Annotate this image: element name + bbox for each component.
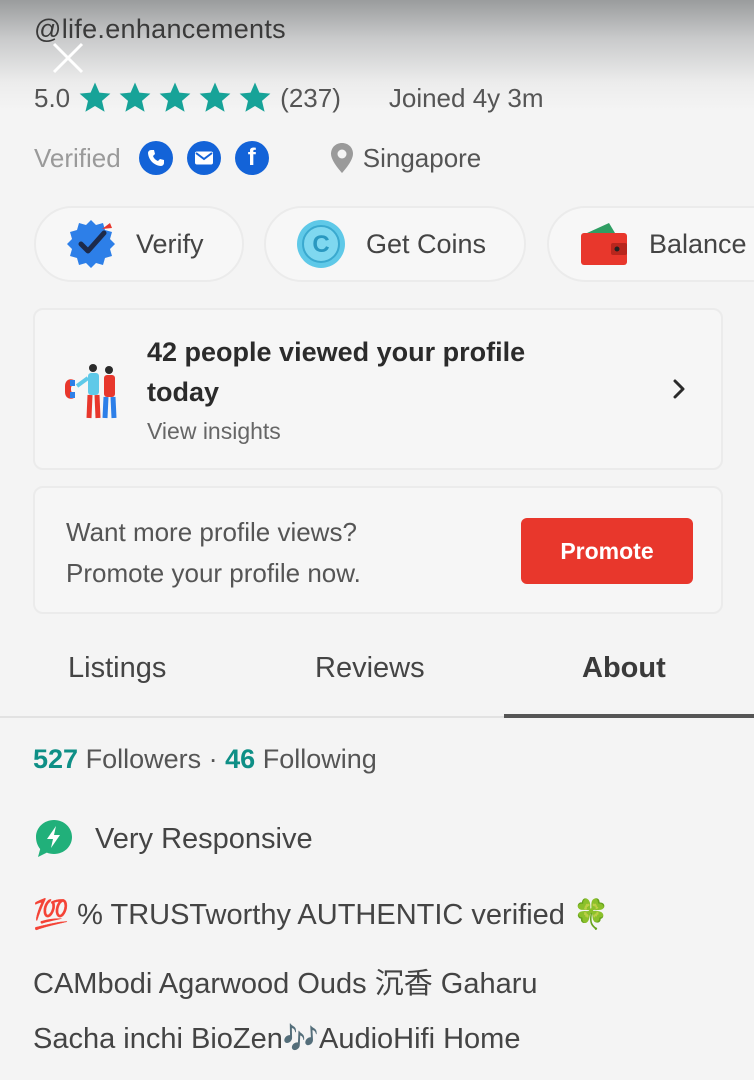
location-text: Singapore <box>362 142 482 173</box>
responsiveness-text: Very Responsive <box>95 822 313 855</box>
tab-reviews[interactable]: Reviews <box>315 652 425 685</box>
star-icon <box>199 82 231 112</box>
balance-label: Balance <box>649 228 747 259</box>
bio-line-1: 💯 % TRUSTworthy AUTHENTIC verified 🍀 <box>33 899 610 931</box>
star-icon <box>79 82 111 112</box>
promote-button[interactable]: Promote <box>521 518 693 584</box>
svg-text:C: C <box>312 231 329 258</box>
rating-row: 5.0 (237) Joined 4y 3m <box>34 78 544 118</box>
followers-count[interactable]: 527 <box>33 744 78 774</box>
facebook-icon: f <box>234 141 269 175</box>
rating-score: 5.0 <box>34 82 71 113</box>
star-icon <box>119 82 151 112</box>
get-coins-label: Get Coins <box>366 228 487 259</box>
promote-card: Want more profile views? Promote your pr… <box>33 486 723 614</box>
follow-separator: · <box>208 744 218 774</box>
active-tab-indicator <box>504 714 754 718</box>
email-icon <box>186 141 221 175</box>
profile-tabs: Listings Reviews About <box>0 630 754 718</box>
location-pin-icon <box>330 143 353 173</box>
bio-line-3: Sacha inchi BioZen🎶AudioHifi Home <box>33 1023 521 1055</box>
followers-label[interactable]: Followers <box>86 744 202 774</box>
following-count[interactable]: 46 <box>225 744 255 774</box>
close-icon[interactable] <box>50 40 86 76</box>
balance-chip[interactable]: Balance <box>547 206 754 282</box>
coin-icon: C <box>296 219 346 269</box>
view-insights-link[interactable]: View insights <box>147 418 281 445</box>
location: Singapore <box>329 142 482 174</box>
rating-stars <box>78 81 278 115</box>
profile-insights-card[interactable]: 42 people viewed your profile today View… <box>33 308 723 470</box>
insights-title: 42 people viewed your profile today <box>147 337 526 407</box>
review-count[interactable]: (237) <box>280 83 341 114</box>
verify-chip[interactable]: Verify <box>34 206 244 282</box>
joined-duration: Joined 4y 3m <box>388 82 544 113</box>
star-icon <box>159 82 191 112</box>
verify-label: Verify <box>136 228 204 259</box>
tab-listings[interactable]: Listings <box>68 652 166 685</box>
chevron-right-icon <box>673 379 685 399</box>
responsiveness-row: Very Responsive <box>33 818 313 860</box>
verify-badge-icon <box>66 219 116 269</box>
get-coins-chip[interactable]: C Get Coins <box>264 206 526 282</box>
promote-text: Want more profile views? Promote your pr… <box>66 512 361 594</box>
tab-about[interactable]: About <box>582 652 666 685</box>
promote-line-2: Promote your profile now. <box>66 558 361 588</box>
following-label[interactable]: Following <box>263 744 377 774</box>
wallet-icon <box>579 219 629 269</box>
verified-label: Verified <box>34 142 121 173</box>
bio-line-2: CAMbodi Agarwood Ouds 沉香 Gaharu <box>33 968 538 1000</box>
star-icon <box>239 82 271 112</box>
phone-icon <box>138 141 173 175</box>
people-magnet-icon <box>65 364 117 419</box>
verified-row: Verified f Singapore <box>34 138 481 178</box>
follow-stats: 527 Followers · 46 Following <box>33 744 377 775</box>
promote-line-1: Want more profile views? <box>66 517 357 547</box>
lightning-bolt-icon <box>36 820 72 857</box>
